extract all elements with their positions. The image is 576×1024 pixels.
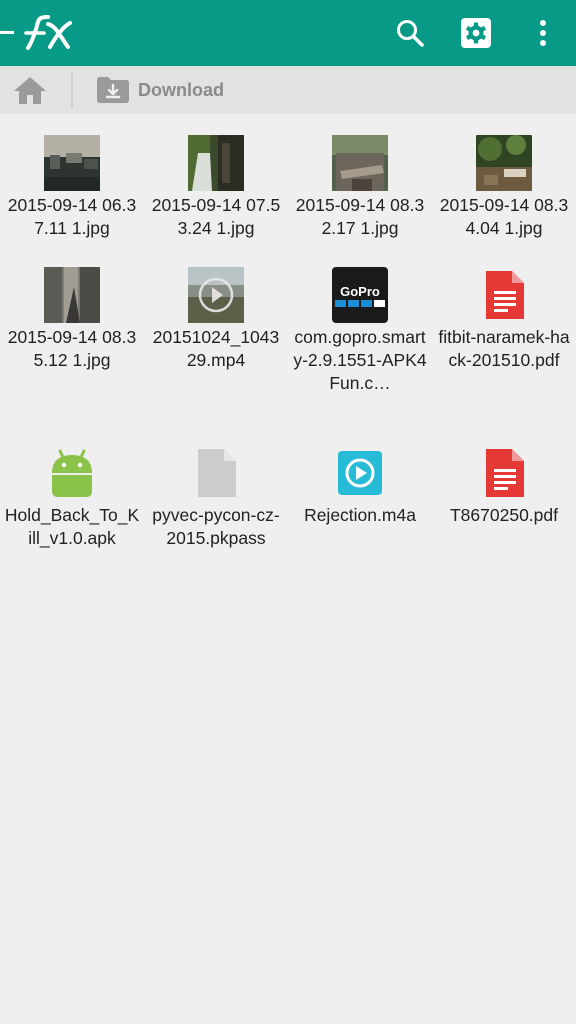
image-thumbnail <box>44 267 100 323</box>
generic-file-icon <box>198 449 236 497</box>
file-name: fitbit-naramek-hack-201510.pdf <box>438 327 570 370</box>
file-name: com.gopro.smarty-2.9.1551-APK4Fun.c… <box>293 327 427 393</box>
pdf-file-icon <box>486 271 524 319</box>
file-name: 20151024_104329.mp4 <box>152 327 280 370</box>
location-bar: Download <box>0 66 576 114</box>
location-divider <box>71 72 73 108</box>
audio-file-icon <box>338 451 382 495</box>
fx-logo <box>24 15 72 50</box>
image-thumbnail <box>44 135 100 191</box>
image-thumbnail <box>476 135 532 191</box>
image-thumbnail <box>332 135 388 191</box>
file-name: 2015-09-14 08.34.04 1.jpg <box>439 195 569 238</box>
video-thumbnail <box>188 267 244 323</box>
file-name: 2015-09-14 08.35.12 1.jpg <box>7 327 137 370</box>
android-apk-icon <box>52 449 92 497</box>
home-icon <box>14 77 46 104</box>
file-name: 2015-09-14 07.53.24 1.jpg <box>151 195 281 238</box>
file-name: Hold_Back_To_Kill_v1.0.apk <box>4 505 140 548</box>
download-folder-icon <box>97 77 129 103</box>
drawer-indicator[interactable] <box>0 31 14 34</box>
image-thumbnail <box>188 135 244 191</box>
file-name: pyvec-pycon-cz-2015.pkpass <box>152 505 280 548</box>
gopro-app-icon: GoPro <box>332 267 388 323</box>
search-icon <box>397 20 424 47</box>
file-name: 2015-09-14 06.37.11 1.jpg <box>7 195 137 238</box>
search-button[interactable] <box>390 13 430 53</box>
gopro-icon-text: GoPro <box>340 284 380 299</box>
file-name: 2015-09-14 08.32.17 1.jpg <box>295 195 425 238</box>
breadcrumb-download[interactable]: Download <box>96 74 224 106</box>
file-name: T8670250.pdf <box>449 505 558 525</box>
app-bar <box>0 0 576 66</box>
more-vert-icon <box>540 20 546 46</box>
home-button[interactable] <box>8 72 52 108</box>
pdf-file-icon <box>486 449 524 497</box>
settings-button[interactable] <box>456 13 496 53</box>
more-options-button[interactable] <box>523 13 563 53</box>
current-folder-label: Download <box>138 79 224 100</box>
gear-icon <box>461 18 491 48</box>
file-name: Rejection.m4a <box>304 505 416 525</box>
